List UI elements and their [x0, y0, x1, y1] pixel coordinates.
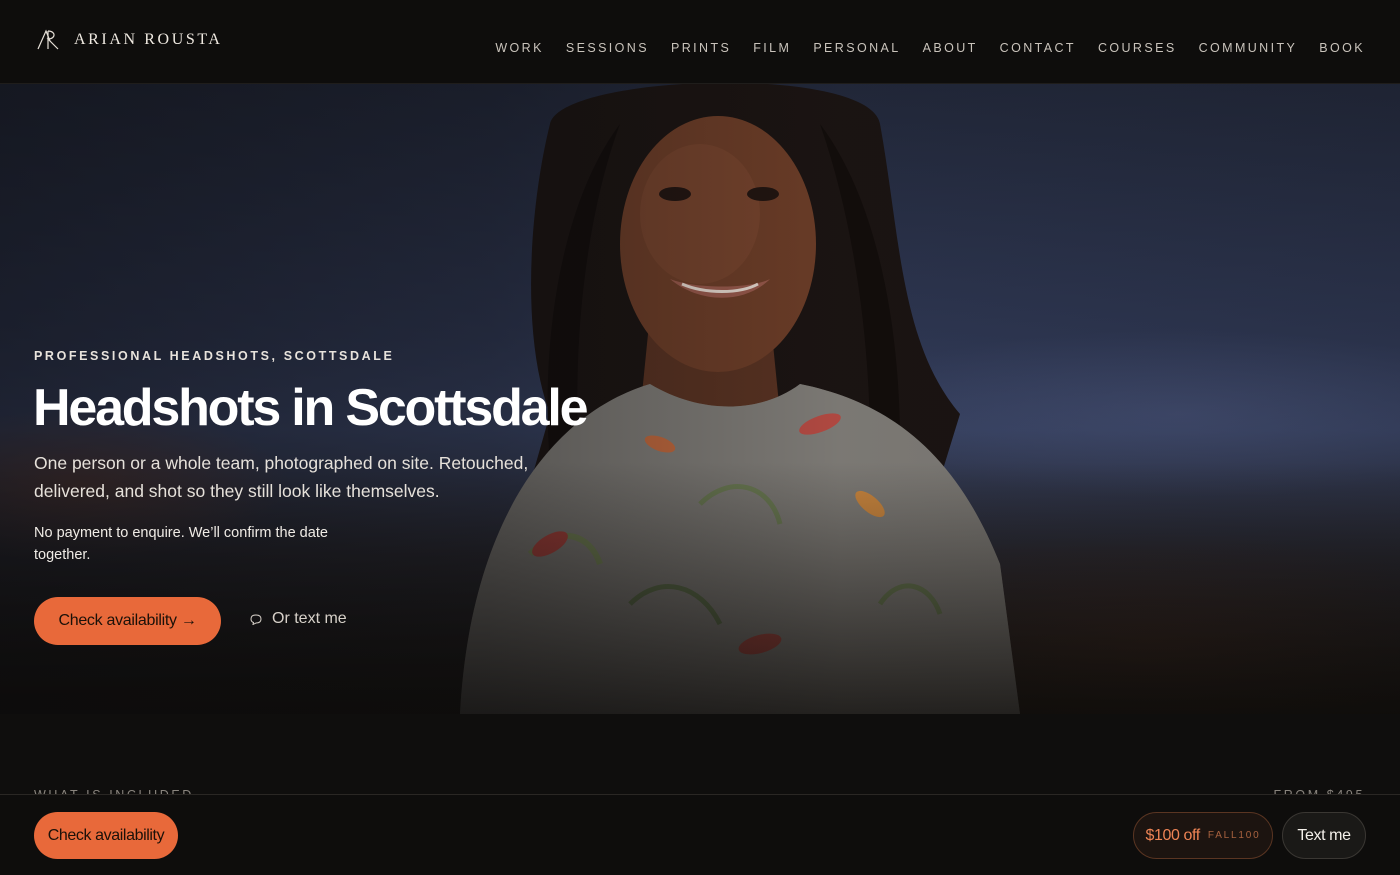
ar-monogram-icon	[37, 29, 59, 50]
sticky-check-availability-button[interactable]: Check availability	[34, 812, 178, 859]
text-me-label: Or text me	[272, 610, 347, 627]
nav-sessions[interactable]: SESSIONS	[566, 41, 649, 55]
included-section: WHAT IS INCLUDED FROM $495	[0, 714, 1400, 802]
nav-community[interactable]: COMMUNITY	[1199, 41, 1298, 55]
hero-note: No payment to enquire. We’ll confirm the…	[34, 525, 328, 563]
promo-code-badge[interactable]: $100 off FALL100	[1133, 812, 1273, 859]
text-me-link[interactable]: Or text me	[250, 610, 347, 628]
nav-work[interactable]: WORK	[495, 41, 544, 55]
nav-book[interactable]: BOOK	[1319, 41, 1365, 55]
chat-bubble-icon	[250, 613, 262, 625]
nav-about[interactable]: ABOUT	[923, 41, 978, 55]
nav-film[interactable]: FILM	[753, 41, 791, 55]
sticky-booking-bar: Check availability $100 off FALL100 Text…	[0, 794, 1400, 875]
text-me-button[interactable]: Text me	[1282, 812, 1366, 859]
check-availability-button[interactable]: Check availability →	[34, 597, 221, 645]
nav-courses[interactable]: COURSES	[1098, 41, 1177, 55]
nav-contact[interactable]: CONTACT	[1000, 41, 1076, 55]
nav-personal[interactable]: PERSONAL	[813, 41, 900, 55]
brand-logo[interactable]: ARIAN ROUSTA	[36, 29, 223, 51]
promo-amount: $100 off	[1145, 826, 1201, 844]
nav-prints[interactable]: PRINTS	[671, 41, 731, 55]
brand-name: ARIAN ROUSTA	[74, 31, 223, 48]
hero-eyebrow: PROFESSIONAL HEADSHOTS, SCOTTSDALE	[34, 349, 395, 363]
site-header: ARIAN ROUSTA WORK SESSIONS PRINTS FILM P…	[0, 0, 1400, 84]
main-nav: WORK SESSIONS PRINTS FILM PERSONAL ABOUT…	[495, 41, 1365, 55]
hero-lede: One person or a whole team, photographed…	[34, 453, 529, 501]
promo-code: FALL100	[1207, 830, 1261, 841]
page-title: Headshots in Scottsdale	[33, 379, 589, 437]
